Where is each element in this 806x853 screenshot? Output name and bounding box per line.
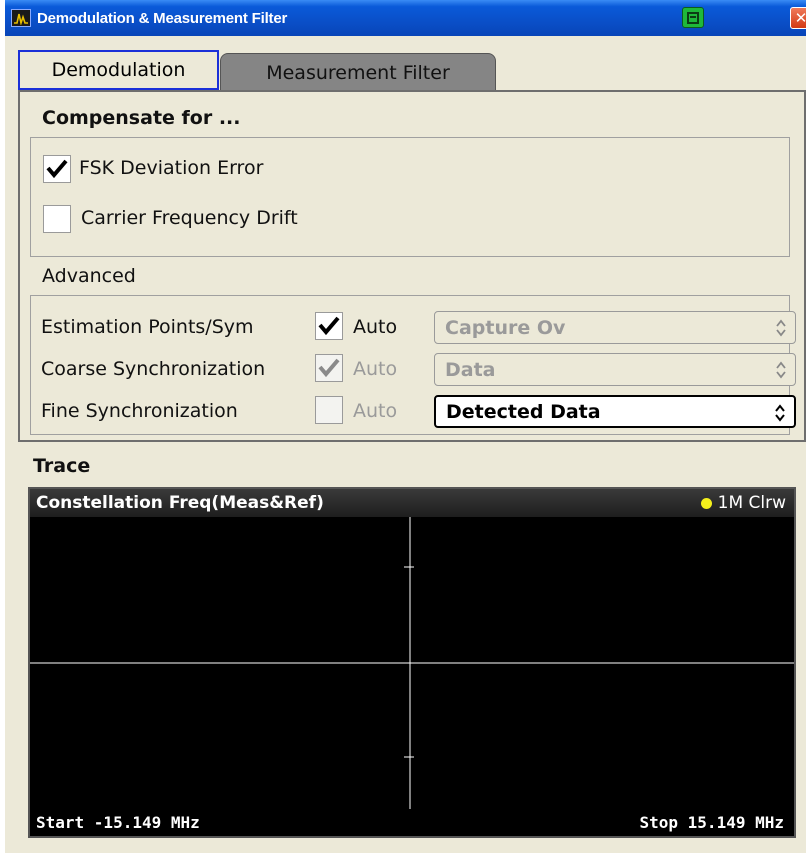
coarse-auto-label: Auto xyxy=(353,358,398,380)
trace-dot-icon xyxy=(700,497,712,509)
fine-sync-select[interactable]: Detected Data xyxy=(434,395,796,428)
trace-indicator: 1M Clrw xyxy=(700,493,786,513)
plot-footer: Start -15.149 MHz Stop 15.149 MHz xyxy=(30,809,794,836)
plot-header: Constellation Freq(Meas&Ref) 1M Clrw xyxy=(30,489,794,517)
checkmark-icon xyxy=(318,358,340,378)
spin-arrows-icon xyxy=(776,361,786,379)
start-frequency: Start -15.149 MHz xyxy=(36,813,200,832)
advanced-heading: Advanced xyxy=(42,265,136,287)
fsk-deviation-checkbox[interactable] xyxy=(43,155,71,183)
trace-heading: Trace xyxy=(33,455,91,477)
fsk-deviation-label: FSK Deviation Error xyxy=(79,157,264,179)
fine-auto-checkbox[interactable] xyxy=(315,396,343,424)
constellation-plot[interactable]: Constellation Freq(Meas&Ref) 1M Clrw Sta… xyxy=(28,487,796,838)
dialog-window: Demodulation & Measurement Filter ✕ Meas… xyxy=(5,0,806,853)
compensate-heading: Compensate for ... xyxy=(42,107,241,129)
spin-arrows-icon xyxy=(775,404,785,422)
tab-demodulation[interactable]: Demodulation xyxy=(18,50,219,90)
dock-icon[interactable] xyxy=(682,7,704,28)
carrier-drift-label: Carrier Frequency Drift xyxy=(81,207,298,229)
tab-measurement-filter[interactable]: Measurement Filter xyxy=(220,53,496,93)
checkmark-icon xyxy=(46,159,68,179)
demodulation-panel: Compensate for ... FSK Deviation Error C… xyxy=(18,90,806,442)
stop-frequency: Stop 15.149 MHz xyxy=(639,813,785,832)
coarse-sync-select: Data xyxy=(434,353,796,386)
trace-label: 1M Clrw xyxy=(717,493,786,513)
advanced-group: Estimation Points/Sym Auto Capture Ov Co… xyxy=(30,295,796,435)
checkmark-icon xyxy=(318,316,340,336)
app-icon xyxy=(11,9,31,27)
compensate-group: FSK Deviation Error Carrier Frequency Dr… xyxy=(30,137,790,257)
spin-arrows-icon xyxy=(776,319,786,337)
plot-grid xyxy=(30,517,794,809)
close-icon: ✕ xyxy=(794,9,806,27)
estimation-points-label: Estimation Points/Sym xyxy=(41,316,254,338)
fine-sync-label: Fine Synchronization xyxy=(41,400,238,422)
window-title: Demodulation & Measurement Filter xyxy=(37,9,288,27)
coarse-sync-label: Coarse Synchronization xyxy=(41,358,266,380)
coarse-sync-value: Data xyxy=(445,358,496,381)
fine-sync-value: Detected Data xyxy=(446,400,601,423)
estimation-points-select: Capture Ov xyxy=(434,311,796,344)
close-button[interactable]: ✕ xyxy=(790,7,806,29)
coarse-auto-checkbox xyxy=(315,354,343,382)
plot-title: Constellation Freq(Meas&Ref) xyxy=(36,493,324,513)
title-bar[interactable]: Demodulation & Measurement Filter ✕ xyxy=(5,0,806,36)
tab-label: Measurement Filter xyxy=(266,62,450,84)
estimation-auto-checkbox[interactable] xyxy=(315,312,343,340)
estimation-points-value: Capture Ov xyxy=(445,316,566,339)
fine-auto-label: Auto xyxy=(353,400,398,422)
carrier-drift-checkbox[interactable] xyxy=(43,205,71,233)
tab-label: Demodulation xyxy=(51,59,186,81)
estimation-auto-label: Auto xyxy=(353,316,398,338)
